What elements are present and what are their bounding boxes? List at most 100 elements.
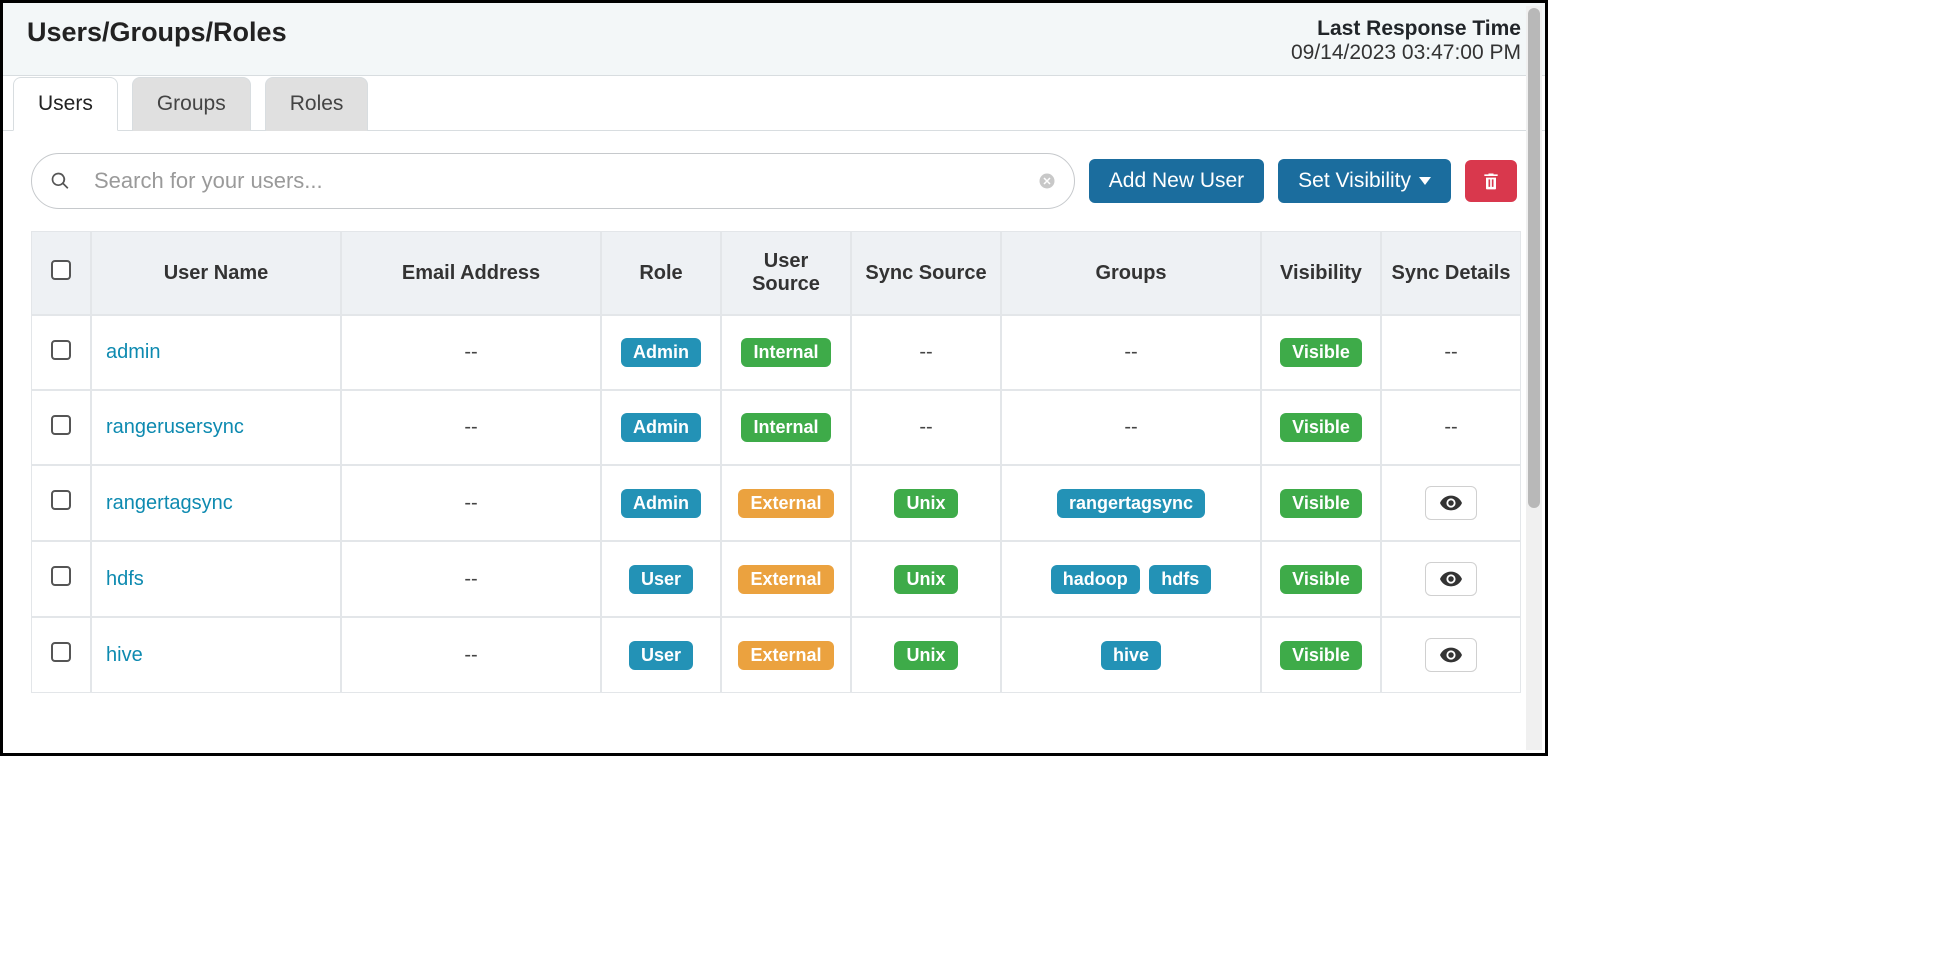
usersource-cell: External <box>721 541 851 617</box>
table-row: hive--UserExternalUnixhiveVisible <box>31 617 1521 693</box>
search-wrap <box>31 153 1075 209</box>
table-row: rangerusersync--AdminInternal----Visible… <box>31 390 1521 465</box>
row-checkbox-cell <box>31 315 91 390</box>
role-cell: User <box>601 541 721 617</box>
row-checkbox-cell <box>31 617 91 693</box>
role-cell: User <box>601 617 721 693</box>
syncsource-cell: -- <box>851 315 1001 390</box>
syncdetails-cell <box>1381 465 1521 541</box>
usersource-cell: Internal <box>721 390 851 465</box>
add-new-user-label: Add New User <box>1109 169 1244 193</box>
row-checkbox[interactable] <box>51 340 71 360</box>
usersource-badge: External <box>738 489 833 518</box>
group-badge: hadoop <box>1051 565 1140 594</box>
visibility-cell: Visible <box>1261 465 1381 541</box>
delete-button[interactable] <box>1465 160 1517 202</box>
scrollbar-thumb[interactable] <box>1528 8 1540 508</box>
username-link[interactable]: rangertagsync <box>106 492 233 514</box>
search-input[interactable] <box>86 164 1038 198</box>
email-cell: -- <box>341 541 601 617</box>
role-badge: Admin <box>621 413 701 442</box>
visibility-badge: Visible <box>1280 489 1362 518</box>
page-header: Users/Groups/Roles Last Response Time 09… <box>3 3 1545 76</box>
usersource-cell: Internal <box>721 315 851 390</box>
eye-icon <box>1440 571 1462 587</box>
role-badge: Admin <box>621 338 701 367</box>
usersource-cell: External <box>721 617 851 693</box>
visibility-cell: Visible <box>1261 617 1381 693</box>
table-row: rangertagsync--AdminExternalUnixrangerta… <box>31 465 1521 541</box>
username-cell: hdfs <box>91 541 341 617</box>
row-checkbox[interactable] <box>51 415 71 435</box>
response-time-label: Last Response Time <box>1291 17 1521 41</box>
col-email: Email Address <box>341 231 601 315</box>
role-cell: Admin <box>601 465 721 541</box>
group-badge: hdfs <box>1149 565 1211 594</box>
username-link[interactable]: rangerusersync <box>106 416 244 438</box>
tab-users[interactable]: Users <box>13 77 118 131</box>
username-cell: rangerusersync <box>91 390 341 465</box>
syncsource-badge: Unix <box>894 641 957 670</box>
eye-icon <box>1440 647 1462 663</box>
syncdetails-cell <box>1381 541 1521 617</box>
username-link[interactable]: hive <box>106 644 143 666</box>
visibility-cell: Visible <box>1261 315 1381 390</box>
users-table-wrap: User Name Email Address Role User Source… <box>3 231 1545 693</box>
row-checkbox[interactable] <box>51 642 71 662</box>
response-time: Last Response Time 09/14/2023 03:47:00 P… <box>1291 17 1521 65</box>
add-new-user-button[interactable]: Add New User <box>1089 159 1264 203</box>
usersource-badge: External <box>738 641 833 670</box>
username-cell: rangertagsync <box>91 465 341 541</box>
set-visibility-button[interactable]: Set Visibility <box>1278 159 1451 203</box>
tab-groups[interactable]: Groups <box>132 77 251 131</box>
table-header-row: User Name Email Address Role User Source… <box>31 231 1521 315</box>
col-groups: Groups <box>1001 231 1261 315</box>
col-role: Role <box>601 231 721 315</box>
syncdetails-cell: -- <box>1381 390 1521 465</box>
visibility-cell: Visible <box>1261 390 1381 465</box>
col-usersource: User Source <box>721 231 851 315</box>
table-row: hdfs--UserExternalUnixhadoop hdfsVisible <box>31 541 1521 617</box>
row-checkbox[interactable] <box>51 490 71 510</box>
visibility-badge: Visible <box>1280 565 1362 594</box>
username-link[interactable]: admin <box>106 341 160 363</box>
role-badge: User <box>629 565 693 594</box>
sync-details-button[interactable] <box>1425 638 1477 672</box>
groups-cell: -- <box>1001 315 1261 390</box>
usersource-badge: Internal <box>741 338 830 367</box>
sync-details-button[interactable] <box>1425 562 1477 596</box>
row-checkbox[interactable] <box>51 566 71 586</box>
set-visibility-label: Set Visibility <box>1298 169 1411 193</box>
vertical-scrollbar[interactable] <box>1526 6 1542 750</box>
email-cell: -- <box>341 465 601 541</box>
group-badge: hive <box>1101 641 1161 670</box>
trash-icon <box>1481 170 1501 192</box>
groups-cell: hive <box>1001 617 1261 693</box>
row-checkbox-cell <box>31 390 91 465</box>
username-link[interactable]: hdfs <box>106 568 144 590</box>
role-cell: Admin <box>601 315 721 390</box>
syncsource-cell: Unix <box>851 617 1001 693</box>
select-all-checkbox[interactable] <box>51 260 71 280</box>
eye-icon <box>1440 495 1462 511</box>
clear-icon[interactable] <box>1038 172 1056 190</box>
usersource-badge: Internal <box>741 413 830 442</box>
usersource-badge: External <box>738 565 833 594</box>
role-badge: Admin <box>621 489 701 518</box>
syncsource-cell: Unix <box>851 541 1001 617</box>
syncdetails-cell: -- <box>1381 315 1521 390</box>
username-cell: admin <box>91 315 341 390</box>
groups-cell: -- <box>1001 390 1261 465</box>
tab-roles[interactable]: Roles <box>265 77 369 131</box>
groups-cell: hadoop hdfs <box>1001 541 1261 617</box>
syncsource-badge: Unix <box>894 489 957 518</box>
col-syncdetails: Sync Details <box>1381 231 1521 315</box>
response-time-value: 09/14/2023 03:47:00 PM <box>1291 41 1521 65</box>
sync-details-button[interactable] <box>1425 486 1477 520</box>
syncsource-cell: -- <box>851 390 1001 465</box>
visibility-cell: Visible <box>1261 541 1381 617</box>
chevron-down-icon <box>1419 177 1431 185</box>
email-cell: -- <box>341 315 601 390</box>
visibility-badge: Visible <box>1280 413 1362 442</box>
visibility-badge: Visible <box>1280 641 1362 670</box>
